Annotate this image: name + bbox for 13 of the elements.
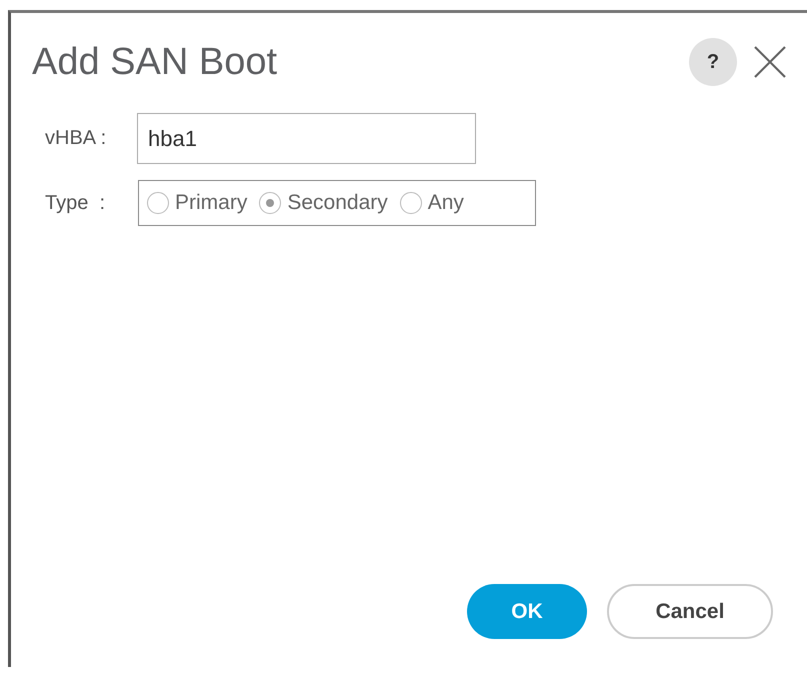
radio-button[interactable]	[147, 192, 169, 214]
radio-label: Primary	[175, 191, 248, 215]
radio-button[interactable]	[259, 192, 282, 214]
help-button[interactable]: ?	[689, 38, 737, 86]
radio-label: Any	[428, 191, 464, 215]
field-label: Type :	[45, 192, 106, 214]
field-label: vHBA :	[45, 127, 108, 150]
vhba-input-field[interactable]: hba1	[137, 113, 476, 164]
radio-label: Secondary	[287, 191, 388, 215]
cancel-button[interactable]: Cancel	[607, 584, 773, 639]
radio-button[interactable]	[400, 192, 422, 214]
close-icon[interactable]	[753, 45, 787, 79]
dialog-title: Add SAN Boot	[32, 40, 278, 84]
